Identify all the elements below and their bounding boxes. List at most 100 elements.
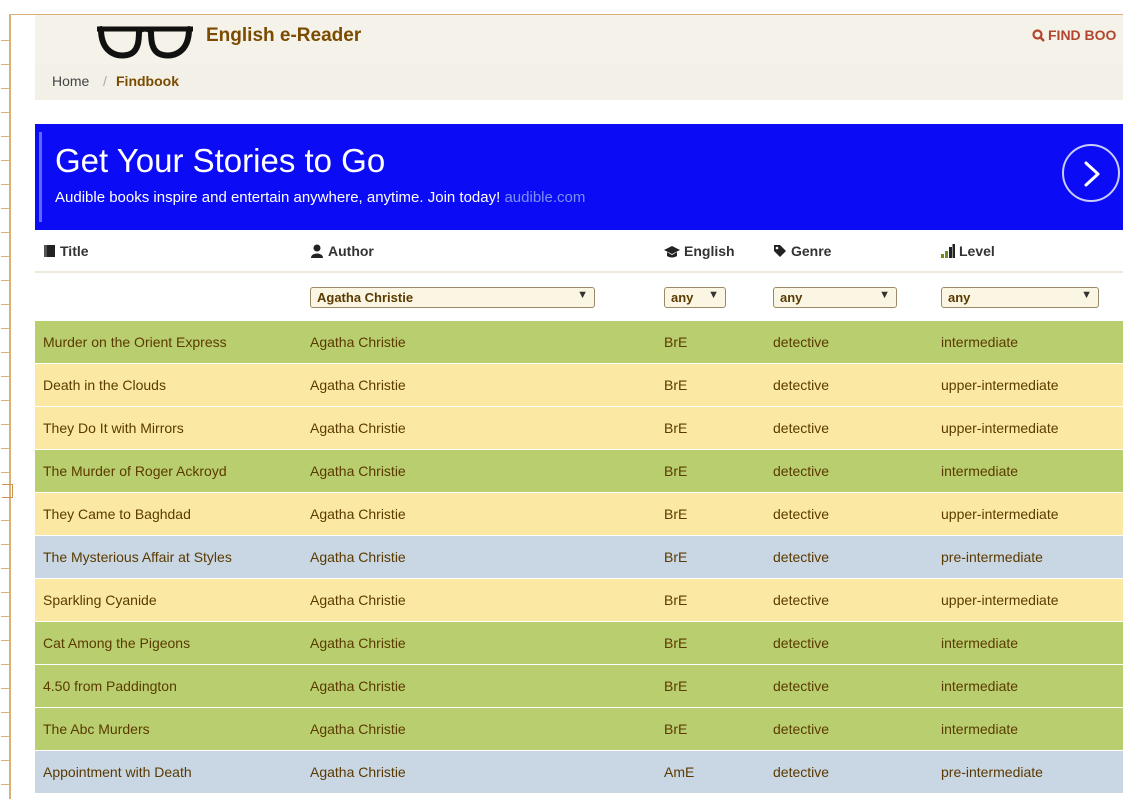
table-row[interactable]: 4.50 from Paddington Agatha Christie BrE… <box>35 664 1123 707</box>
book-english: AmE <box>664 764 695 780</box>
table-row[interactable]: Murder on the Orient Express Agatha Chri… <box>35 320 1123 363</box>
table-row[interactable]: The Mysterious Affair at Styles Agatha C… <box>35 535 1123 578</box>
banner-tagline: Audible books inspire and entertain anyw… <box>55 189 585 206</box>
english-filter-value: any <box>671 290 694 305</box>
book-title[interactable]: The Mysterious Affair at Styles <box>43 549 232 565</box>
genre-filter-select[interactable]: any ▼ <box>773 287 897 308</box>
book-author: Agatha Christie <box>310 721 406 737</box>
table-row[interactable]: They Came to Baghdad Agatha Christie BrE… <box>35 492 1123 535</box>
book-author: Agatha Christie <box>310 506 406 522</box>
user-icon <box>311 244 323 258</box>
table-header: Title Author English Genre Level <box>35 231 1123 273</box>
find-book-link[interactable]: FIND BOO <box>1032 27 1116 43</box>
breadcrumb-separator: / <box>103 73 107 89</box>
table-row[interactable]: Cat Among the Pigeons Agatha Christie Br… <box>35 621 1123 664</box>
book-author: Agatha Christie <box>310 377 406 393</box>
book-author: Agatha Christie <box>310 764 406 780</box>
book-genre: detective <box>773 463 830 479</box>
book-english: BrE <box>664 506 688 522</box>
book-english: BrE <box>664 334 688 350</box>
book-level: upper-intermediate <box>941 377 1059 393</box>
column-level[interactable]: Level <box>941 243 995 259</box>
book-level: upper-intermediate <box>941 420 1059 436</box>
author-filter-select[interactable]: Agatha Christie ▼ <box>310 287 595 308</box>
book-english: BrE <box>664 635 688 651</box>
book-level: intermediate <box>941 635 1019 651</box>
book-genre: detective <box>773 592 830 608</box>
level-filter-value: any <box>948 290 971 305</box>
signal-bars-icon <box>941 244 955 258</box>
level-filter-select[interactable]: any ▼ <box>941 287 1099 308</box>
column-english[interactable]: English <box>664 243 735 259</box>
book-genre: detective <box>773 764 830 780</box>
table-row[interactable]: The Murder of Roger Ackroyd Agatha Chris… <box>35 449 1123 492</box>
ad-banner[interactable]: Get Your Stories to Go Audible books ins… <box>35 124 1123 230</box>
book-english: BrE <box>664 420 688 436</box>
book-english: BrE <box>664 678 688 694</box>
graduation-cap-icon <box>664 246 680 258</box>
top-navbar: English e-Reader FIND BOO <box>35 15 1123 65</box>
book-author: Agatha Christie <box>310 463 406 479</box>
book-title[interactable]: Appointment with Death <box>43 764 192 780</box>
book-english: BrE <box>664 549 688 565</box>
breadcrumb-current: Findbook <box>116 73 179 89</box>
table-row[interactable]: They Do It with Mirrors Agatha Christie … <box>35 406 1123 449</box>
genre-filter-value: any <box>780 290 803 305</box>
breadcrumb: Home / Findbook <box>35 64 1123 100</box>
book-title[interactable]: The Abc Murders <box>43 721 150 737</box>
book-author: Agatha Christie <box>310 592 406 608</box>
book-icon <box>44 245 55 257</box>
column-title[interactable]: Title <box>43 243 89 259</box>
book-level: upper-intermediate <box>941 592 1059 608</box>
column-level-label: Level <box>959 243 995 259</box>
book-english: BrE <box>664 592 688 608</box>
table-row[interactable]: Death in the Clouds Agatha Christie BrE … <box>35 363 1123 406</box>
book-title[interactable]: Murder on the Orient Express <box>43 334 227 350</box>
book-genre: detective <box>773 549 830 565</box>
book-title[interactable]: 4.50 from Paddington <box>43 678 177 694</box>
column-title-label: Title <box>60 243 89 259</box>
table-row[interactable]: Appointment with Death Agatha Christie A… <box>35 750 1123 793</box>
book-english: BrE <box>664 463 688 479</box>
book-level: intermediate <box>941 334 1019 350</box>
book-title[interactable]: The Murder of Roger Ackroyd <box>43 463 227 479</box>
column-author[interactable]: Author <box>310 243 374 259</box>
book-title[interactable]: Cat Among the Pigeons <box>43 635 190 651</box>
banner-link[interactable]: audible.com <box>504 189 585 206</box>
book-level: pre-intermediate <box>941 549 1043 565</box>
book-title[interactable]: Death in the Clouds <box>43 377 166 393</box>
dropdown-arrow-icon: ▼ <box>1081 289 1092 301</box>
book-author: Agatha Christie <box>310 635 406 651</box>
column-genre-label: Genre <box>791 243 832 259</box>
search-icon <box>1032 29 1045 42</box>
table-row[interactable]: The Abc Murders Agatha Christie BrE dete… <box>35 707 1123 750</box>
glasses-icon[interactable] <box>95 23 195 64</box>
book-genre: detective <box>773 420 830 436</box>
book-genre: detective <box>773 377 830 393</box>
book-level: upper-intermediate <box>941 506 1059 522</box>
filter-row: Agatha Christie ▼ any ▼ any ▼ any ▼ <box>35 273 1123 320</box>
breadcrumb-home[interactable]: Home <box>52 73 89 89</box>
author-filter-value: Agatha Christie <box>317 290 414 305</box>
book-title[interactable]: They Came to Baghdad <box>43 506 191 522</box>
column-english-label: English <box>684 243 735 259</box>
chevron-right-icon <box>1084 161 1100 187</box>
brand-name[interactable]: English e-Reader <box>206 25 361 47</box>
book-title[interactable]: They Do It with Mirrors <box>43 420 184 436</box>
english-filter-select[interactable]: any ▼ <box>664 287 726 308</box>
banner-tagline-text: Audible books inspire and entertain anyw… <box>55 189 501 206</box>
book-english: BrE <box>664 377 688 393</box>
book-english: BrE <box>664 721 688 737</box>
column-genre[interactable]: Genre <box>773 243 831 259</box>
find-book-label: FIND BOO <box>1048 27 1117 43</box>
tag-icon <box>774 245 786 257</box>
book-title[interactable]: Sparkling Cyanide <box>43 592 157 608</box>
banner-headline: Get Your Stories to Go <box>55 142 386 179</box>
banner-next-button[interactable] <box>1062 144 1120 202</box>
book-author: Agatha Christie <box>310 549 406 565</box>
table-row[interactable]: Sparkling Cyanide Agatha Christie BrE de… <box>35 578 1123 621</box>
book-genre: detective <box>773 678 830 694</box>
book-genre: detective <box>773 334 830 350</box>
column-author-label: Author <box>328 243 374 259</box>
dropdown-arrow-icon: ▼ <box>708 289 719 301</box>
